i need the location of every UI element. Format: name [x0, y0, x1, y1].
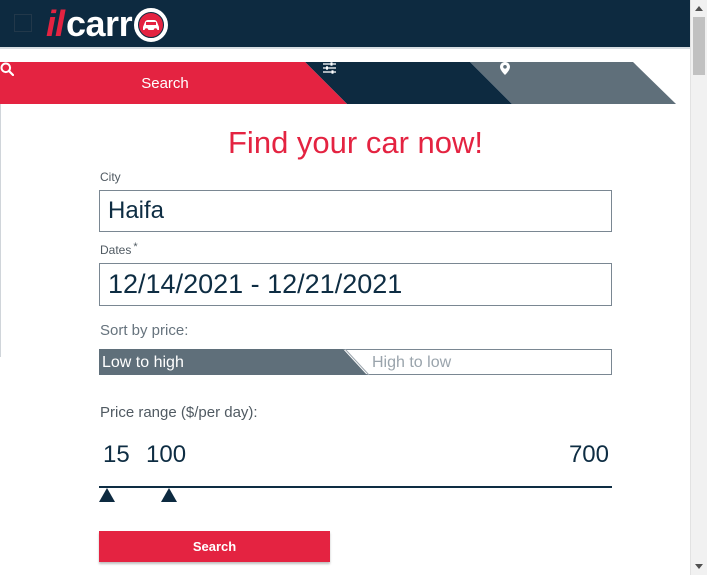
tab-search[interactable]: Search	[0, 62, 323, 104]
required-asterisk: *	[133, 241, 138, 253]
tab-filters[interactable]	[323, 62, 523, 104]
sort-by-price-label: Sort by price:	[100, 322, 189, 339]
logo[interactable]: il carr	[46, 0, 169, 47]
menu-toggle[interactable]	[14, 14, 32, 32]
scroll-up-arrow-icon[interactable]	[695, 6, 703, 11]
sliders-icon	[323, 62, 336, 74]
price-slider-max-handle[interactable]	[161, 488, 177, 502]
scrollbar[interactable]	[690, 0, 707, 575]
city-label: City	[100, 170, 121, 184]
content-left-border	[0, 104, 1, 357]
scroll-down-arrow-icon[interactable]	[695, 564, 703, 569]
city-input[interactable]	[99, 190, 612, 232]
logo-il: il	[46, 2, 65, 44]
page-title: Find your car now!	[228, 125, 483, 160]
price-max-value: 100	[146, 441, 187, 468]
map-pin-icon	[500, 62, 510, 75]
car-logo-icon	[134, 7, 169, 42]
logo-carr: carr	[66, 2, 133, 44]
sort-toggle: Low to high High to low	[99, 349, 612, 375]
price-slider-min-handle[interactable]	[99, 488, 115, 502]
dates-label-text: Dates	[100, 243, 132, 257]
price-range-label: Price range ($/per day):	[100, 404, 258, 421]
price-min-value: 15	[103, 441, 130, 468]
search-icon	[0, 62, 14, 76]
tab-search-label: Search	[141, 74, 189, 92]
tab-bar: Search	[0, 62, 690, 104]
price-limit-value: 700	[568, 441, 609, 468]
tab-location[interactable]	[500, 62, 675, 104]
dates-input[interactable]	[99, 263, 612, 306]
app-header: il carr	[0, 0, 690, 47]
dates-label: Dates *	[100, 241, 138, 257]
sort-low-to-high[interactable]: Low to high	[102, 349, 184, 375]
header-divider	[0, 47, 690, 49]
scroll-thumb[interactable]	[693, 17, 705, 75]
sort-high-to-low[interactable]: High to low	[372, 349, 451, 375]
search-button[interactable]: Search	[99, 531, 330, 562]
